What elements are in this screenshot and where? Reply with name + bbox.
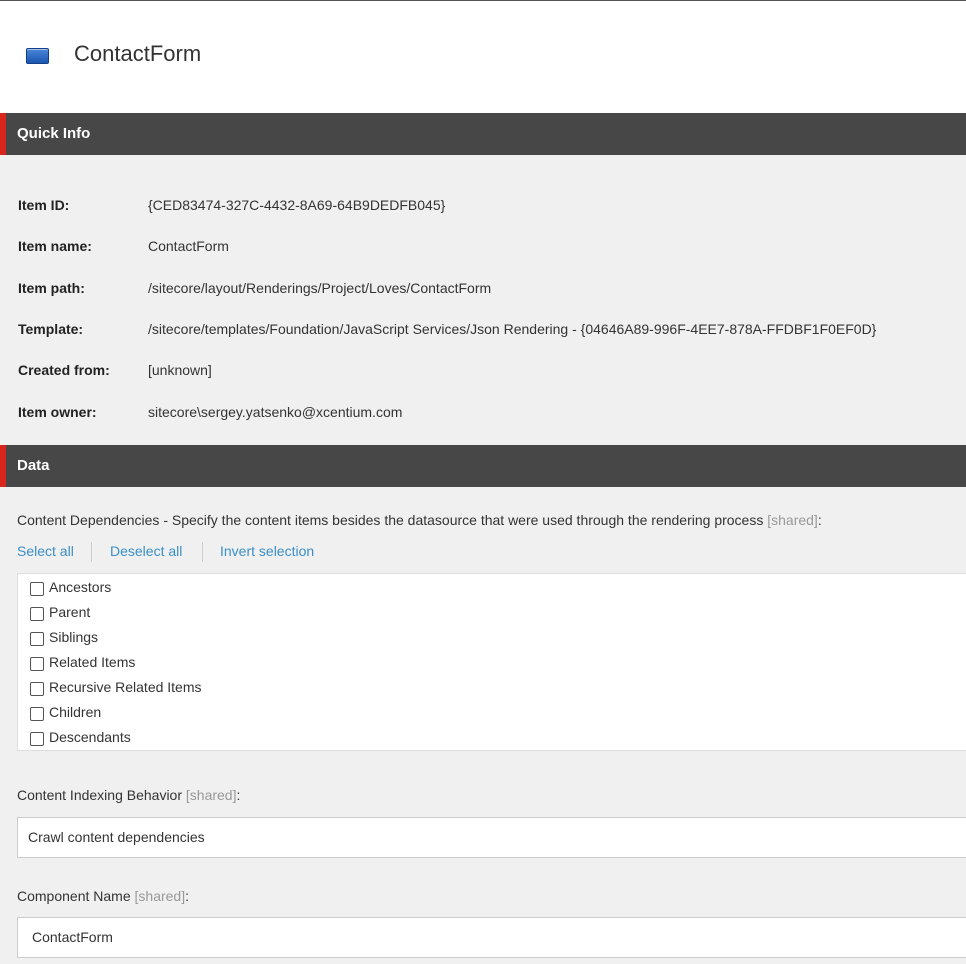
shared-tag: [shared] [767,512,818,528]
shared-tag: [shared] [185,787,237,803]
section-title: Data [17,457,50,474]
info-label: Template: [18,321,84,337]
item-header: ContactForm [0,1,966,113]
checkbox[interactable] [30,707,44,721]
shared-tag: [shared] [134,888,186,904]
component-name-input[interactable]: ContactForm [17,917,966,958]
info-value: [unknown] [148,362,212,378]
content-indexing-label: Content Indexing Behavior [shared]: [17,787,241,803]
checkbox-label: Siblings [49,629,99,645]
content-dependencies-checklist: Ancestors Parent Siblings Related Items … [17,573,966,751]
checkbox-label: Children [49,704,102,720]
section-quick-info[interactable]: Quick Info [0,113,966,155]
checkbox-label: Descendants [49,729,131,745]
link-separator [202,542,203,562]
info-label: Item ID: [18,197,70,213]
content-dependencies-label: Content Dependencies - Specify the conte… [17,512,822,528]
checkbox[interactable] [30,582,44,596]
checkbox[interactable] [30,732,44,746]
info-value: sitecore\sergey.yatsenko@xcentium.com [148,404,403,420]
info-value: {CED83474-327C-4432-8A69-64B9DEDFB045} [148,197,446,213]
checkbox[interactable] [30,682,44,696]
item-title: ContactForm [74,41,202,66]
checkbox-label: Related Items [49,654,136,670]
select-all-link[interactable]: Select all [17,543,74,559]
section-title: Quick Info [17,125,91,142]
info-value: /sitecore/layout/Renderings/Project/Love… [148,280,492,296]
checkbox-label: Recursive Related Items [49,679,202,695]
info-label: Item owner: [18,404,97,420]
info-label: Item path: [18,280,85,296]
checkbox-label: Parent [49,604,91,620]
select-value: Crawl content dependencies [28,829,205,845]
section-data[interactable]: Data [0,445,966,487]
invert-selection-link[interactable]: Invert selection [220,543,314,559]
info-label: Created from: [18,362,110,378]
deselect-all-link[interactable]: Deselect all [110,543,182,559]
rendering-icon [26,48,49,64]
content-indexing-select[interactable]: Crawl content dependencies [17,817,966,858]
info-value: ContactForm [148,238,229,254]
component-name-label: Component Name [shared]: [17,888,189,904]
info-value: /sitecore/templates/Foundation/JavaScrip… [148,321,877,337]
link-separator [91,542,92,562]
input-value: ContactForm [32,929,113,945]
checkbox-label: Ancestors [49,579,112,595]
info-label: Item name: [18,238,92,254]
checkbox[interactable] [30,657,44,671]
checkbox[interactable] [30,632,44,646]
checkbox[interactable] [30,607,44,621]
